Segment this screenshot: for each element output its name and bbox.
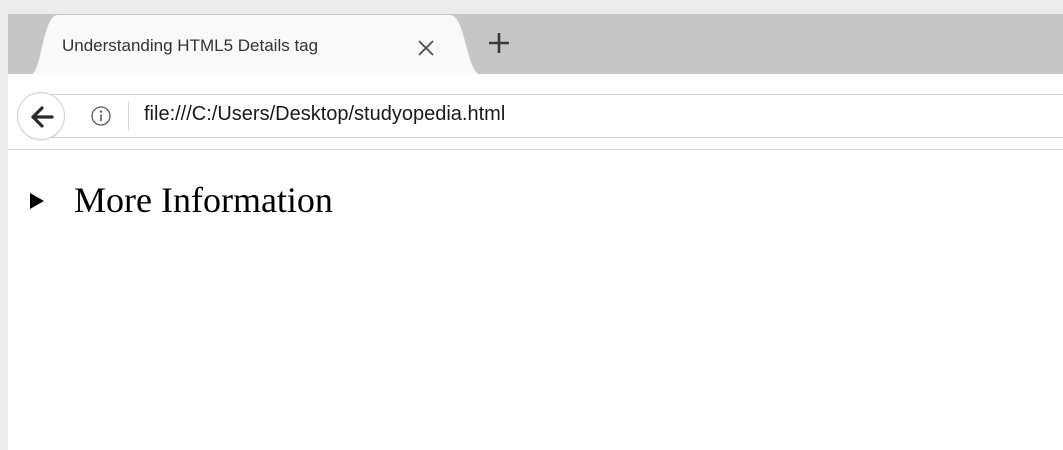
back-arrow-icon (31, 106, 54, 128)
url-text[interactable]: file:///C:/Users/Desktop/studyopedia.htm… (144, 103, 505, 126)
tab-strip: Understanding HTML5 Details tag (8, 0, 1063, 75)
page-content: More Information (8, 150, 1063, 450)
tab-title: Understanding HTML5 Details tag (62, 36, 319, 55)
navigation-toolbar: file:///C:/Users/Desktop/studyopedia.htm… (8, 74, 1063, 150)
address-divider (128, 102, 129, 130)
browser-window: Understanding HTML5 Details tag file:///… (0, 0, 1063, 450)
window-frame-top (8, 0, 1063, 14)
plus-icon[interactable] (486, 30, 512, 56)
details-summary[interactable]: More Information (30, 180, 333, 220)
summary-label[interactable]: More Information (74, 180, 333, 220)
active-tab[interactable]: Understanding HTML5 Details tag (30, 15, 490, 75)
disclosure-triangle-icon[interactable] (30, 193, 44, 209)
close-icon[interactable] (415, 37, 437, 59)
back-button[interactable] (17, 92, 65, 140)
info-icon[interactable] (90, 105, 112, 127)
